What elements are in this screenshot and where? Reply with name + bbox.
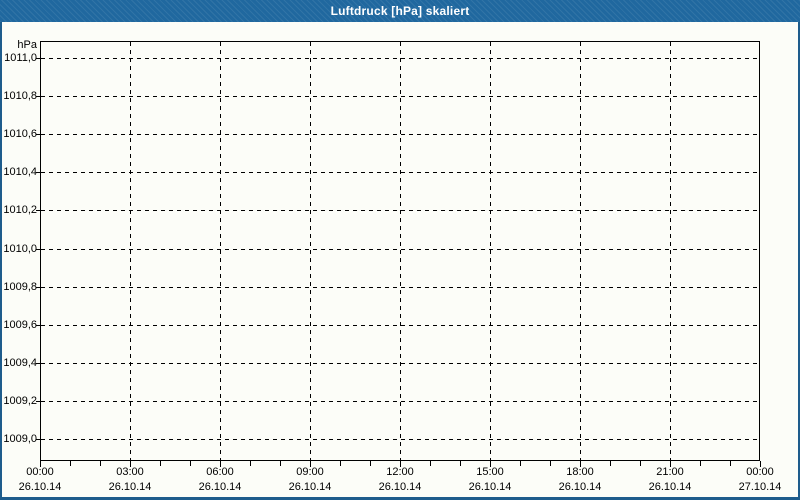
y-axis-unit-label: hPa [17, 39, 37, 51]
y-tick-label: 1009,4 [3, 357, 37, 369]
x-axis-minor-tick [520, 461, 521, 466]
y-tick-label: 1010,6 [3, 128, 37, 140]
x-tick-time-label: 00:00 [26, 466, 54, 478]
v-gridline [130, 42, 131, 460]
x-tick-time-label: 12:00 [386, 466, 414, 478]
y-tick-label: 1009,2 [3, 395, 37, 407]
v-gridline [310, 42, 311, 460]
x-axis-minor-tick [610, 461, 611, 466]
x-axis-minor-tick [70, 461, 71, 466]
x-tick-time-label: 06:00 [206, 466, 234, 478]
x-tick-date-label: 26.10.14 [198, 481, 242, 493]
y-tick-label: 1009,8 [3, 281, 37, 293]
y-tick-label: 1010,8 [3, 90, 37, 102]
y-tick-label: 1011,0 [4, 52, 37, 64]
v-gridline [490, 42, 491, 460]
x-axis-minor-tick [340, 461, 341, 466]
x-tick-date-label: 26.10.14 [468, 481, 512, 493]
x-axis-minor-tick [430, 461, 431, 466]
x-tick-time-label: 18:00 [566, 466, 594, 478]
x-tick-date-label: 26.10.14 [378, 481, 422, 493]
x-axis-minor-tick [700, 461, 701, 466]
x-tick-date-label: 26.10.14 [648, 481, 692, 493]
window-title: Luftdruck [hPa] skaliert [330, 4, 470, 18]
x-axis-minor-tick [160, 461, 161, 466]
v-gridline [400, 42, 401, 460]
x-axis-minor-tick [250, 461, 251, 466]
x-tick-date-label: 26.10.14 [108, 481, 152, 493]
title-bar[interactable]: Luftdruck [hPa] skaliert [0, 0, 800, 22]
x-tick-date-label: 26.10.14 [288, 481, 332, 493]
x-tick-date-label: 26.10.14 [18, 481, 62, 493]
chart-window: Luftdruck [hPa] skaliert hPa 1011,0 1010,… [0, 0, 800, 500]
x-tick-time-label: 03:00 [116, 466, 144, 478]
x-tick-time-label: 09:00 [296, 466, 324, 478]
v-gridline [580, 42, 581, 460]
y-tick-label: 1009,6 [3, 319, 37, 331]
x-tick-date-label: 26.10.14 [558, 481, 602, 493]
x-tick-time-label: 21:00 [656, 466, 684, 478]
x-tick-time-label: 15:00 [476, 466, 504, 478]
x-tick-date-label: 27.10.14 [738, 481, 782, 493]
y-tick-label: 1009,0 [3, 433, 37, 445]
v-gridline [220, 42, 221, 460]
x-tick-time-label: 00:00 [746, 466, 774, 478]
v-gridline [670, 42, 671, 460]
y-tick-label: 1010,4 [3, 166, 37, 178]
y-tick-label: 1010,2 [3, 204, 37, 216]
y-tick-label: 1010,0 [3, 243, 37, 255]
